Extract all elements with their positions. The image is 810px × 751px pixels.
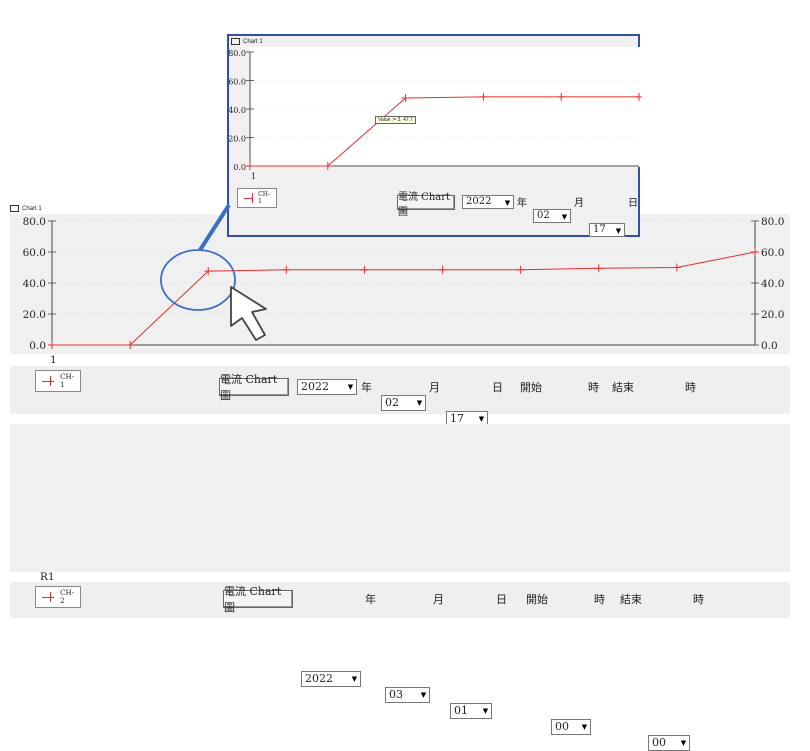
month-unit: 月 [574,198,584,209]
y-tick-label: 0.0 [233,163,246,172]
inset-legend: CH-1 [237,188,277,208]
month-select[interactable]: 02 ▼ [533,209,571,223]
month-value: 02 [385,396,399,409]
year-value: 2022 [301,380,329,393]
chart1-legend: CH-1 [35,370,81,392]
month-select[interactable]: 02 ▼ [381,395,426,411]
chart1-x-label: 1 [50,354,57,366]
y-tick-label-right: 0.0 [761,340,778,352]
day-unit: 日 [492,381,503,394]
y-tick-label-right: 20.0 [761,309,784,321]
y-tick-label: 80.0 [229,49,246,58]
day-unit: 日 [496,593,507,606]
y-tick-label-right: 40.0 [761,278,784,290]
end-unit: 時 [693,593,704,606]
start-label: 開始 [526,593,548,606]
chevron-down-icon: ▼ [615,227,622,235]
y-tick-label: 20.0 [229,135,246,144]
end-label: 結束 [620,593,642,606]
y-tick-label: 60.0 [23,247,46,259]
day-select[interactable]: 17 ▼ [589,223,625,237]
chart-button[interactable]: 電流 Chart 圖 [397,192,455,218]
month-value: 03 [389,688,403,701]
chevron-down-icon: ▼ [561,213,568,221]
end-hour-value: 00 [652,736,666,749]
y-tick-label: 40.0 [229,106,246,115]
y-tick-label: 60.0 [229,78,246,87]
day-value: 17 [593,224,606,235]
end-unit: 時 [685,381,696,394]
day-select[interactable]: 01 ▼ [450,703,492,719]
day-unit: 日 [628,198,638,209]
zoom-inset-window: Chart 1 0.0 20.0 40.0 60.0 80.0 1 CH-1 Value … [227,34,642,237]
chart-button[interactable]: 電流 Chart 圖 [219,373,289,402]
legend-swatch [42,376,55,386]
year-unit: 年 [365,593,376,606]
month-select[interactable]: 03 ▼ [385,687,430,703]
chevron-down-icon: ▼ [680,739,687,747]
chart2-legend: CH-2 [35,586,81,608]
legend-label: CH-1 [258,191,270,205]
chevron-down-icon: ▼ [504,199,511,207]
legend-label: CH-1 [60,373,74,389]
year-select[interactable]: 2022 ▼ [462,195,514,209]
chevron-down-icon: ▼ [347,383,354,391]
y-tick-label: 20.0 [23,309,46,321]
start-hour-value: 00 [555,720,569,733]
value-tooltip: Value := 3, 47.7 [375,116,416,124]
series-line [250,96,639,167]
start-label: 開始 [520,381,542,394]
chevron-down-icon: ▼ [416,399,423,407]
year-select[interactable]: 2022 ▼ [301,671,361,687]
legend-label: CH-2 [60,589,74,605]
year-unit: 年 [361,381,372,394]
month-value: 02 [537,210,550,221]
legend-swatch [42,592,55,602]
month-unit: 月 [433,593,444,606]
chart-button[interactable]: 電流 Chart 圖 [223,585,293,614]
chevron-down-icon: ▼ [581,723,588,731]
start-unit: 時 [588,381,599,394]
start-unit: 時 [594,593,605,606]
legend-swatch [244,193,254,203]
chevron-down-icon: ▼ [351,675,358,683]
y-tick-label: 0.0 [29,340,46,352]
year-select[interactable]: 2022 ▼ [297,379,357,395]
y-tick-label: 40.0 [23,278,46,290]
month-unit: 月 [429,381,440,394]
chart2-plot-area [10,424,790,572]
year-value: 2022 [305,672,333,685]
year-value: 2022 [466,196,492,207]
y-tick-label: 80.0 [23,216,46,228]
end-hour-select[interactable]: 00 ▼ [648,735,690,751]
chart2-control-bar [10,582,790,618]
year-unit: 年 [517,198,527,209]
start-hour-select[interactable]: 00 ▼ [551,719,591,735]
y-tick-label-right: 60.0 [761,247,784,259]
y-tick-label-right: 80.0 [761,216,784,228]
day-value: 01 [454,704,468,717]
end-label: 結束 [612,381,634,394]
chevron-down-icon: ▼ [482,707,489,715]
chevron-down-icon: ▼ [420,691,427,699]
series-line [52,251,756,346]
inset-x-label: 1 [251,172,257,181]
